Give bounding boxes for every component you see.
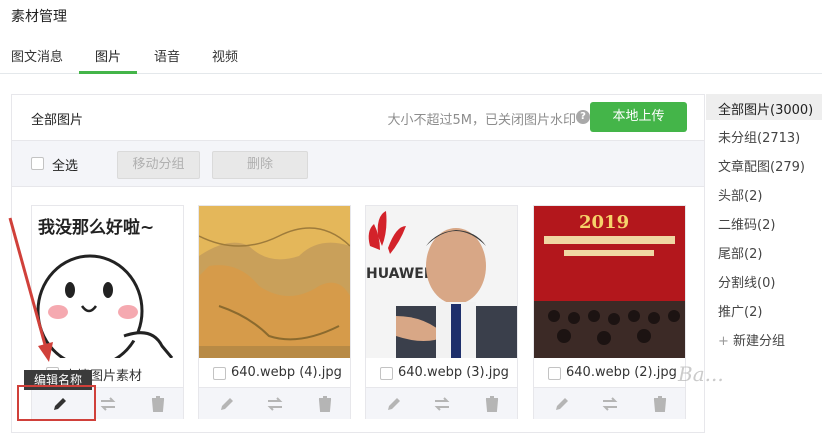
edit-name-icon[interactable]: [552, 394, 572, 414]
move-icon[interactable]: [432, 394, 452, 414]
plus-icon: +: [718, 334, 729, 349]
image-thumbnail[interactable]: 2019: [534, 206, 685, 358]
sticker-image: 我没那么好啦~: [32, 206, 183, 358]
tab-voice[interactable]: 语音: [154, 46, 180, 65]
delete-icon[interactable]: [482, 394, 502, 414]
tab-images[interactable]: 图片: [95, 46, 121, 65]
move-icon[interactable]: [98, 394, 118, 414]
sidebar-item-promo[interactable]: 推广(2): [718, 301, 762, 320]
images-panel: 全部图片 大小不超过5M，已关闭图片水印 ? 本地上传 全选 移动分组 删除 我…: [11, 94, 705, 433]
toolbar: 全选 移动分组 删除: [12, 140, 704, 187]
card-name-row: 640.webp (4).jpg: [213, 364, 348, 384]
card-checkbox[interactable]: [548, 367, 561, 380]
card-checkbox[interactable]: [213, 367, 226, 380]
tab-bar: 图文消息 图片 语音 视频: [0, 38, 822, 74]
image-card: 2019 640.webp (2).jpg: [533, 205, 686, 419]
delete-icon[interactable]: [315, 394, 335, 414]
sticker-caption: 我没那么好啦~: [38, 217, 154, 238]
card-name: 640.webp (3).jpg: [398, 365, 509, 380]
sidebar-item-all[interactable]: 全部图片(3000): [718, 99, 813, 118]
panel-title: 全部图片: [31, 113, 84, 128]
card-name: 640.webp (2).jpg: [566, 365, 677, 380]
select-all-checkbox[interactable]: [31, 157, 44, 170]
help-icon[interactable]: ?: [576, 110, 590, 124]
image-thumbnail[interactable]: [199, 206, 350, 358]
delete-icon[interactable]: [650, 394, 670, 414]
card-name-row: 640.webp (3).jpg: [380, 364, 515, 384]
delete-icon[interactable]: [148, 394, 168, 414]
edit-name-icon[interactable]: [217, 394, 237, 414]
upload-hint: 大小不超过5M，已关闭图片水印: [387, 113, 577, 128]
image-thumbnail[interactable]: HUAWEI: [366, 206, 517, 358]
image-thumbnail[interactable]: 我没那么好啦~: [32, 206, 183, 358]
banner-year: 2019: [579, 212, 629, 233]
event-image: 2019: [534, 206, 685, 358]
new-group-button[interactable]: + 新建分组: [718, 330, 785, 349]
edit-name-icon[interactable]: [384, 394, 404, 414]
portrait-image: HUAWEI: [366, 206, 517, 358]
card-actions: [534, 387, 685, 419]
watermark: Ba...: [678, 362, 724, 386]
move-icon[interactable]: [265, 394, 285, 414]
annotation-highlight-box: [17, 385, 96, 421]
card-actions: [199, 387, 350, 419]
sidebar-item-article[interactable]: 文章配图(279): [718, 156, 805, 175]
card-name-row: 640.webp (2).jpg: [548, 364, 683, 384]
map-image: [199, 206, 350, 358]
tab-active-underline: [79, 71, 137, 74]
image-card: 640.webp (4).jpg: [198, 205, 351, 419]
card-actions: [366, 387, 517, 419]
brand-caption: HUAWEI: [366, 266, 429, 282]
delete-button[interactable]: 删除: [212, 151, 308, 179]
select-all-label[interactable]: 全选: [52, 155, 78, 174]
move-icon[interactable]: [600, 394, 620, 414]
move-group-button[interactable]: 移动分组: [117, 151, 200, 179]
tab-video[interactable]: 视频: [212, 46, 238, 65]
sidebar-item-footer[interactable]: 尾部(2): [718, 243, 762, 262]
sidebar-item-qrcode[interactable]: 二维码(2): [718, 214, 775, 233]
sidebar-item-ungrouped[interactable]: 未分组(2713): [718, 127, 800, 146]
page-title: 素材管理: [11, 9, 67, 25]
upload-button[interactable]: 本地上传: [590, 102, 687, 132]
tab-news[interactable]: 图文消息: [11, 46, 63, 65]
image-card: HUAWEI 640.webp (3).jpg: [365, 205, 518, 419]
panel-header: 全部图片 大小不超过5M，已关闭图片水印 ? 本地上传: [12, 95, 704, 140]
new-group-label: 新建分组: [733, 334, 786, 349]
card-checkbox[interactable]: [380, 367, 393, 380]
card-name: 640.webp (4).jpg: [231, 365, 342, 380]
sidebar-item-divider[interactable]: 分割线(0): [718, 272, 775, 291]
sidebar-item-header[interactable]: 头部(2): [718, 185, 762, 204]
